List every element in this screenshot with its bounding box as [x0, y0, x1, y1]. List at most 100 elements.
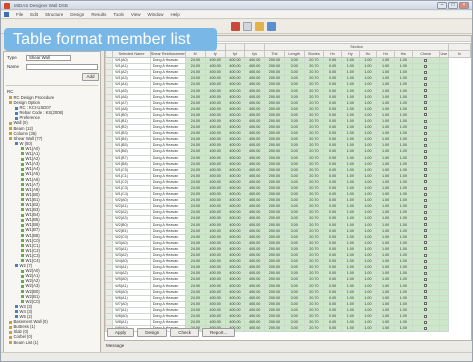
checkbox-icon[interactable] — [424, 217, 428, 220]
checkbox-icon[interactable] — [424, 70, 428, 74]
checkbox-icon[interactable] — [424, 64, 428, 68]
column-header[interactable] — [104, 50, 114, 58]
column-header[interactable]: Stories — [303, 50, 325, 58]
column-header[interactable]: fy — [204, 50, 226, 58]
checkbox-icon[interactable] — [424, 259, 428, 263]
checkbox-icon[interactable] — [424, 131, 428, 135]
menu-item-results[interactable]: Results — [91, 12, 106, 17]
save-icon[interactable] — [231, 22, 240, 31]
checkbox-icon[interactable] — [424, 210, 428, 214]
checkbox-icon[interactable] — [424, 162, 428, 166]
checkbox-icon[interactable] — [424, 174, 428, 178]
checkbox-icon[interactable] — [424, 314, 428, 318]
checkbox-icon[interactable] — [424, 143, 428, 147]
member-icon — [21, 157, 24, 161]
checkbox-icon[interactable] — [424, 149, 428, 153]
checkbox-icon[interactable] — [424, 107, 428, 111]
print-icon[interactable] — [243, 22, 252, 31]
checkbox-icon[interactable] — [424, 119, 428, 123]
checkbox-icon[interactable] — [424, 113, 428, 117]
maximize-icon[interactable]: □ — [448, 2, 458, 9]
checkbox-icon[interactable] — [424, 223, 428, 227]
menu-item-file[interactable]: File — [16, 12, 23, 17]
name-input[interactable] — [26, 64, 98, 70]
table-cell[interactable]: 400.00 — [244, 325, 266, 333]
column-header[interactable]: fyt — [224, 50, 246, 58]
menu-item-edit[interactable]: Edit — [30, 12, 38, 17]
tree-item[interactable]: Beam List (1) — [7, 340, 101, 345]
checkbox-icon[interactable] — [424, 58, 428, 62]
add-button[interactable]: Add — [82, 73, 99, 81]
checkbox-icon[interactable] — [424, 180, 428, 184]
checkbox-icon[interactable] — [424, 253, 428, 257]
menu-item-design[interactable]: Design — [70, 12, 84, 17]
checkbox-icon[interactable] — [424, 76, 428, 80]
table-cell[interactable]: 0.00 — [323, 325, 342, 333]
checkbox-icon[interactable] — [424, 302, 428, 306]
checkbox-icon[interactable] — [424, 168, 428, 172]
checkbox-icon[interactable] — [424, 247, 428, 251]
checkbox-icon[interactable] — [424, 137, 428, 141]
table-icon[interactable] — [267, 22, 276, 31]
menu-item-tools[interactable]: Tools — [113, 12, 124, 17]
column-header[interactable]: Hy — [340, 50, 360, 58]
table-cell[interactable]: 1.00 — [358, 325, 378, 333]
report-button[interactable]: Report... — [202, 328, 236, 337]
column-header[interactable]: fc — [448, 50, 471, 58]
column-header[interactable]: fys — [244, 50, 266, 58]
checkbox-icon[interactable] — [424, 101, 428, 105]
checkbox-icon[interactable] — [424, 241, 428, 245]
column-header[interactable]: Hw — [393, 50, 413, 58]
column-header[interactable]: Length — [283, 50, 305, 58]
checkbox-icon[interactable] — [424, 320, 428, 324]
checkbox-icon[interactable] — [424, 277, 428, 281]
close-icon[interactable]: × — [459, 2, 469, 9]
menu-item-view[interactable]: View — [131, 12, 141, 17]
column-header[interactable]: Ho — [376, 50, 395, 58]
checkbox-icon[interactable] — [424, 95, 428, 99]
apply-button[interactable]: Apply — [107, 328, 135, 337]
menu-item-help[interactable]: Help — [171, 12, 180, 17]
checkbox-icon[interactable] — [424, 82, 428, 86]
checkbox-icon[interactable] — [424, 296, 428, 300]
checkbox-icon[interactable] — [424, 204, 428, 208]
chart-icon[interactable] — [255, 22, 264, 31]
checkbox-icon[interactable] — [424, 192, 428, 196]
table-cell[interactable]: 3.00 — [283, 325, 305, 333]
column-header[interactable]: Hx — [323, 50, 342, 58]
column-header[interactable]: Thk — [264, 50, 285, 58]
design-button[interactable]: Design — [137, 328, 168, 337]
checkbox-icon[interactable] — [424, 125, 428, 129]
minimize-icon[interactable]: – — [437, 2, 447, 9]
menu-item-structure[interactable]: Structure — [45, 12, 63, 17]
check-cell[interactable] — [411, 325, 440, 333]
checkbox-icon[interactable] — [424, 326, 428, 330]
column-header[interactable]: Use — [438, 50, 450, 58]
checkbox-icon[interactable] — [424, 89, 428, 93]
table-cell[interactable]: 1.00 — [376, 325, 395, 333]
column-header[interactable]: Shear Reinforcement — [149, 50, 187, 58]
type-select[interactable]: Shear Wall — [26, 55, 71, 61]
menu-item-window[interactable]: Window — [148, 12, 164, 17]
column-header[interactable]: Hc — [358, 50, 378, 58]
check-button[interactable]: Check — [170, 328, 200, 337]
checkbox-icon[interactable] — [424, 271, 428, 275]
checkbox-icon[interactable] — [424, 186, 428, 190]
checkbox-icon[interactable] — [424, 265, 428, 269]
checkbox-icon[interactable] — [424, 156, 428, 160]
table-cell[interactable]: 1.00 — [393, 325, 413, 333]
table-cell[interactable] — [438, 325, 450, 333]
checkbox-icon[interactable] — [424, 308, 428, 312]
checkbox-icon[interactable] — [424, 235, 428, 239]
checkbox-icon[interactable] — [424, 284, 428, 288]
member-icon — [21, 249, 24, 253]
table-cell[interactable]: 200.00 — [264, 325, 285, 333]
table-cell[interactable]: 20.70 — [303, 325, 325, 333]
checkbox-icon[interactable] — [424, 290, 428, 294]
column-header[interactable]: Selected Name — [112, 50, 151, 58]
table-cell[interactable]: 1.00 — [340, 325, 360, 333]
checkbox-icon[interactable] — [424, 198, 428, 202]
checkbox-icon[interactable] — [424, 229, 428, 233]
column-header[interactable]: Check — [411, 50, 440, 58]
column-header[interactable]: fc' — [185, 50, 206, 58]
